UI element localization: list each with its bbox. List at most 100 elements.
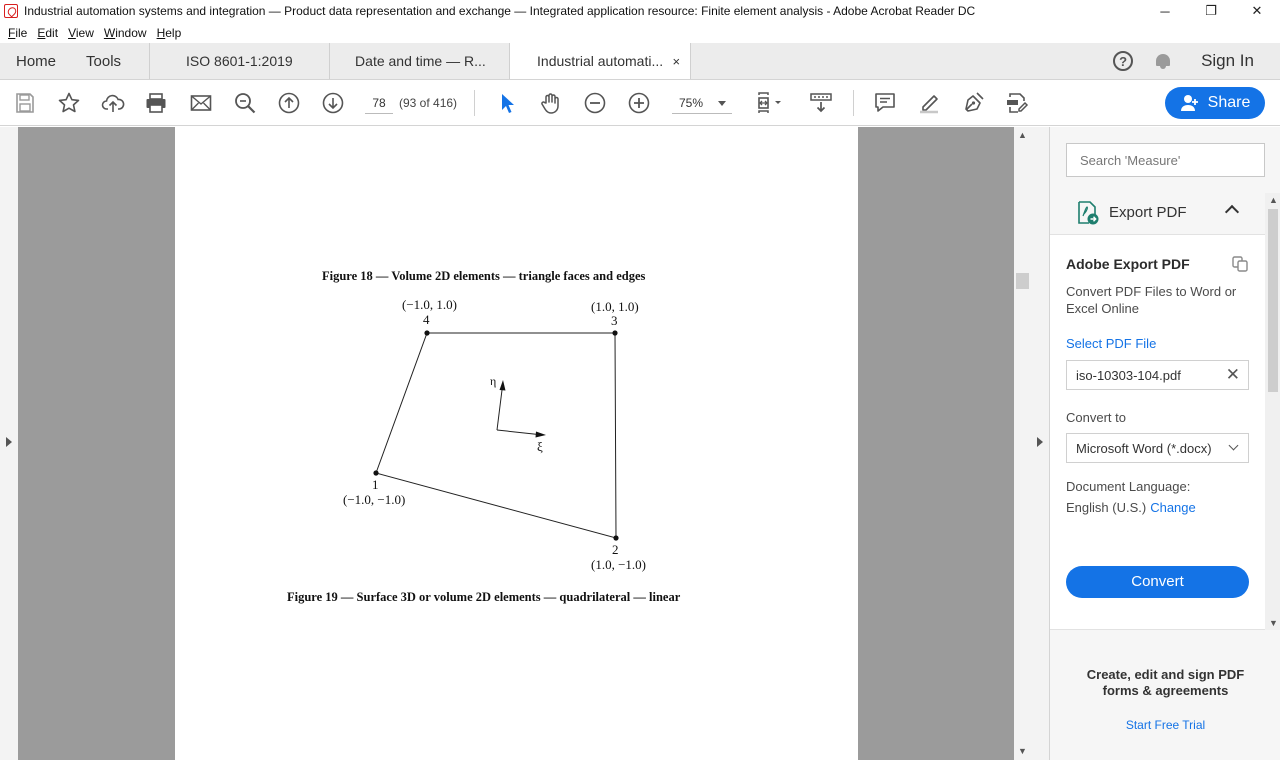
copy-icon[interactable] [1232, 256, 1248, 272]
email-icon[interactable] [189, 91, 213, 115]
zoom-out-icon[interactable] [583, 91, 607, 115]
highlight-icon[interactable] [917, 91, 941, 115]
menu-view[interactable]: View [63, 26, 99, 40]
fit-page-icon[interactable] [757, 91, 781, 115]
node-1-label: 1 [372, 477, 379, 492]
export-pdf-title: Adobe Export PDF [1066, 256, 1190, 272]
eta-axis-line [496, 381, 504, 431]
promo-text: Create, edit and sign PDF forms & agreem… [1086, 667, 1245, 698]
toolbar-divider [853, 90, 854, 116]
document-scrollbar[interactable]: ▲ ▼ [1014, 127, 1031, 760]
tools-search-input[interactable]: Search 'Measure' [1066, 143, 1265, 177]
tab-tools[interactable]: Tools [70, 43, 149, 79]
tab-home[interactable]: Home [0, 43, 70, 79]
share-label: Share [1207, 94, 1251, 111]
zoom-search-icon[interactable] [233, 91, 257, 115]
close-button[interactable]: ✕ [1234, 0, 1280, 22]
eta-arrowhead [499, 380, 506, 391]
export-pdf-header[interactable]: Export PDF [1050, 193, 1265, 233]
menu-file[interactable]: File [3, 26, 32, 40]
select-cursor-icon[interactable] [495, 91, 519, 115]
figure-18-caption: Figure 18 — Volume 2D elements — triangl… [322, 269, 646, 283]
toolbar: 78 (93 of 416) 75% Share [0, 80, 1280, 126]
pdf-page: Figure 18 — Volume 2D elements — triangl… [175, 127, 858, 760]
sign-icon[interactable] [961, 91, 985, 115]
node-2-coordinate: (1.0, −1.0) [591, 557, 646, 572]
node-4-coordinate: (−1.0, 1.0) [402, 297, 457, 312]
xi-arrowhead [535, 431, 546, 438]
print-icon[interactable] [144, 91, 168, 115]
free-trial-promo: Create, edit and sign PDF forms & agreem… [1050, 667, 1280, 732]
quadrilateral-figure [373, 330, 619, 541]
selected-file-field[interactable]: iso-10303-104.pdf ✕ [1066, 360, 1249, 390]
add-user-icon [1180, 95, 1198, 111]
menu-window[interactable]: Window [99, 26, 152, 40]
node-4-point [424, 330, 430, 336]
window-title: Industrial automation systems and integr… [24, 4, 976, 18]
page-down-icon[interactable] [321, 91, 345, 115]
zoom-select[interactable]: 75% [672, 92, 732, 114]
right-panel-toggle[interactable] [1031, 127, 1049, 760]
tools-pane: Search 'Measure' Export PDF Adobe Export… [1049, 127, 1280, 760]
minimize-button[interactable]: ─ [1142, 0, 1188, 22]
export-pdf-panel: Adobe Export PDF Convert PDF Files to Wo… [1050, 234, 1265, 630]
scroll-up-icon[interactable]: ▲ [1018, 131, 1027, 140]
scrollbar-thumb[interactable] [1016, 273, 1029, 289]
comment-icon[interactable] [873, 91, 897, 115]
eta-axis-label: η [490, 374, 497, 388]
start-free-trial-link[interactable]: Start Free Trial [1050, 718, 1280, 732]
tab-doc-iso8601[interactable]: ISO 8601-1:2019 [150, 43, 331, 79]
node-2-point [613, 535, 619, 541]
close-tab-icon[interactable]: × [672, 54, 680, 69]
tab-bar-right: ? Sign In [1113, 43, 1280, 79]
document-language-label: Document Language: [1066, 479, 1191, 494]
bell-icon[interactable] [1155, 53, 1171, 70]
xi-axis-line [496, 429, 544, 436]
export-pdf-label: Export PDF [1109, 204, 1187, 221]
menu-edit[interactable]: Edit [32, 26, 63, 40]
clear-file-icon[interactable]: ✕ [1226, 365, 1240, 385]
menu-help[interactable]: Help [152, 26, 187, 40]
share-button[interactable]: Share [1165, 87, 1265, 119]
document-viewport[interactable]: Figure 18 — Volume 2D elements — triangl… [0, 127, 1049, 760]
scrollbar-thumb[interactable] [1268, 209, 1278, 392]
expand-left-icon [6, 437, 12, 447]
chevron-up-icon[interactable] [1224, 204, 1240, 220]
format-select[interactable]: Microsoft Word (*.docx) [1066, 433, 1249, 463]
page-number-input[interactable]: 78 [365, 92, 393, 114]
chevron-down-icon [718, 101, 726, 106]
hand-icon[interactable] [539, 91, 563, 115]
node-4-label: 4 [423, 312, 430, 327]
left-panel-toggle[interactable] [0, 127, 18, 760]
node-1-point [373, 470, 379, 476]
collapse-right-icon [1037, 437, 1043, 447]
quadrilateral-outline [375, 332, 617, 539]
page-up-icon[interactable] [277, 91, 301, 115]
edit-pdf-icon[interactable] [1005, 91, 1029, 115]
scroll-down-icon[interactable]: ▼ [1018, 747, 1027, 756]
tools-pane-scrollbar[interactable]: ▲ ▼ [1265, 193, 1280, 630]
scroll-up-icon[interactable]: ▲ [1269, 195, 1278, 205]
help-icon[interactable]: ? [1113, 51, 1134, 71]
tab-doc-label: Industrial automati... [537, 53, 664, 69]
node-3-label: 3 [611, 313, 618, 328]
toolbar-divider [474, 90, 475, 116]
zoom-in-icon[interactable] [627, 91, 651, 115]
node-1-coordinate: (−1.0, −1.0) [343, 492, 406, 507]
export-pdf-icon [1078, 201, 1099, 225]
restore-button[interactable]: ❐ [1188, 0, 1234, 22]
convert-button[interactable]: Convert [1066, 566, 1249, 598]
save-icon[interactable] [13, 91, 37, 115]
select-pdf-file-link[interactable]: Select PDF File [1066, 336, 1156, 351]
tab-doc-industrial-automation[interactable]: Industrial automati... × [510, 43, 692, 79]
scroll-mode-icon[interactable] [809, 91, 833, 115]
sign-in-link[interactable]: Sign In [1201, 51, 1254, 71]
change-language-link[interactable]: Change [1150, 500, 1196, 515]
language-name: English (U.S.) [1066, 500, 1147, 515]
acrobat-icon [4, 4, 18, 18]
star-icon[interactable] [57, 91, 81, 115]
upload-icon[interactable] [101, 91, 125, 115]
tab-doc-date-time[interactable]: Date and time — R... [330, 43, 511, 79]
scroll-down-icon[interactable]: ▼ [1269, 618, 1278, 628]
figure-19-caption: Figure 19 — Surface 3D or volume 2D elem… [287, 590, 681, 604]
